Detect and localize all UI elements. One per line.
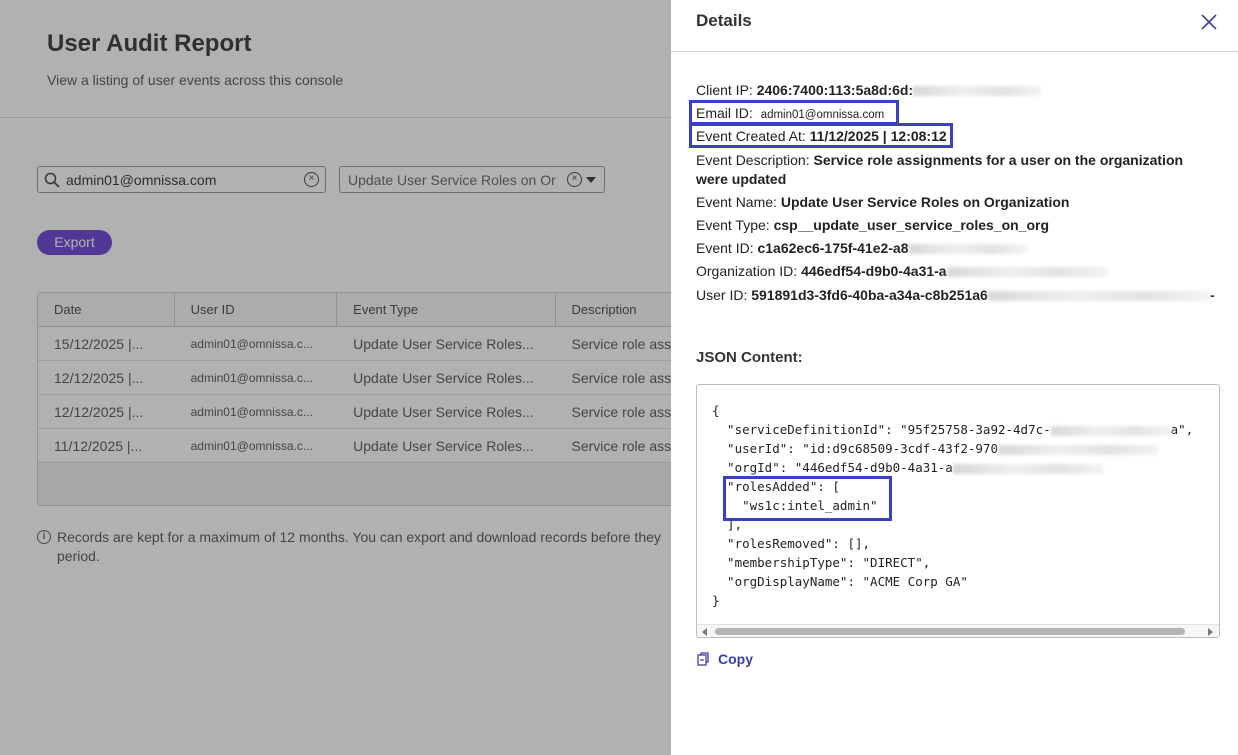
client-ip-field: Client IP: 2406:7400:113:5a8d:6d: [696, 82, 1042, 98]
json-line: "membershipType": "DIRECT", [712, 555, 931, 570]
details-header: Details [671, 0, 1238, 52]
user-id-label: User ID: [696, 287, 748, 303]
json-line: { [712, 403, 720, 418]
event-created-value: 11/12/2025 | 12:08:12 [809, 128, 947, 144]
json-line-text: "userId": "id:d9c68509-3cdf-43f2-970 [712, 441, 998, 456]
scroll-right-icon[interactable] [1208, 628, 1213, 636]
scrollbar-thumb[interactable] [715, 628, 1185, 635]
event-id-field: Event ID: c1a62ec6-175f-41e2-a8 [696, 240, 1027, 256]
event-type-label: Event Type: [696, 217, 770, 233]
json-line: } [712, 593, 720, 608]
organization-id-value: 446edf54-d9b0-4a31-a [801, 263, 947, 279]
redacted-text [946, 267, 1107, 278]
horizontal-scrollbar[interactable] [697, 624, 1219, 637]
copy-button[interactable]: Copy [696, 651, 753, 667]
json-line-tail: a", [1170, 422, 1194, 437]
email-value: admin01@omnissa.com [760, 109, 885, 121]
organization-id-label: Organization ID: [696, 263, 798, 279]
json-content-title: JSON Content: [696, 349, 803, 366]
event-created-field: Event Created At: 11/12/2025 | 12:08:12 [696, 128, 947, 144]
scroll-left-icon[interactable] [702, 628, 707, 636]
event-created-label: Event Created At: [696, 128, 806, 144]
json-line: "orgDisplayName": "ACME Corp GA" [712, 574, 968, 589]
event-type-detail-value: csp__update_user_service_roles_on_org [773, 217, 1050, 233]
json-line-text: "serviceDefinitionId": "95f25758-3a92-4d… [712, 422, 1051, 437]
event-id-value: c1a62ec6-175f-41e2-a8 [757, 240, 909, 256]
email-field: Email ID: admin01@omnissa.com [696, 105, 884, 121]
close-icon[interactable] [1200, 13, 1218, 31]
redacted-text [1050, 425, 1171, 436]
event-name-label: Event Name: [696, 194, 777, 210]
json-line: "userId": "id:d9c68509-3cdf-43f2-970 [712, 441, 1158, 456]
copy-label: Copy [718, 651, 753, 667]
email-label: Email ID: [696, 105, 753, 121]
details-title: Details [696, 11, 752, 30]
event-name-value: Update User Service Roles on Organizatio… [780, 194, 1070, 210]
event-name-field: Event Name: Update User Service Roles on… [696, 194, 1069, 210]
json-line-text: "orgId": "446edf54-d9b0-4a31-a [712, 460, 953, 475]
user-id-value: 591891d3-3fd6-40ba-a34a-c8b251a6 [751, 287, 988, 303]
roles-added-highlight-box [723, 476, 892, 521]
json-line: "rolesRemoved": [], [712, 536, 871, 551]
user-id-tail: - [1209, 287, 1215, 303]
redacted-text [952, 463, 1103, 474]
event-id-label: Event ID: [696, 240, 754, 256]
user-id-field: User ID: 591891d3-3fd6-40ba-a34a-c8b251a… [696, 287, 1215, 303]
json-line: "orgId": "446edf54-d9b0-4a31-a [712, 460, 1103, 475]
organization-id-field: Organization ID: 446edf54-d9b0-4a31-a [696, 263, 1107, 279]
details-panel: Details Client IP: 2406:7400:113:5a8d:6d… [671, 0, 1238, 755]
redacted-text [997, 444, 1158, 455]
json-line: "serviceDefinitionId": "95f25758-3a92-4d… [712, 422, 1193, 437]
json-content-viewer[interactable]: { "serviceDefinitionId": "95f25758-3a92-… [696, 384, 1220, 638]
client-ip-value: 2406:7400:113:5a8d:6d: [756, 82, 914, 98]
event-description-label: Event Description: [696, 152, 810, 168]
redacted-text [913, 86, 1042, 97]
client-ip-label: Client IP: [696, 82, 753, 98]
redacted-text [908, 244, 1027, 255]
copy-icon [697, 652, 709, 666]
event-type-field: Event Type: csp__update_user_service_rol… [696, 217, 1049, 233]
event-description-field: Event Description: Service role assignme… [696, 151, 1216, 189]
redacted-text [987, 291, 1210, 302]
